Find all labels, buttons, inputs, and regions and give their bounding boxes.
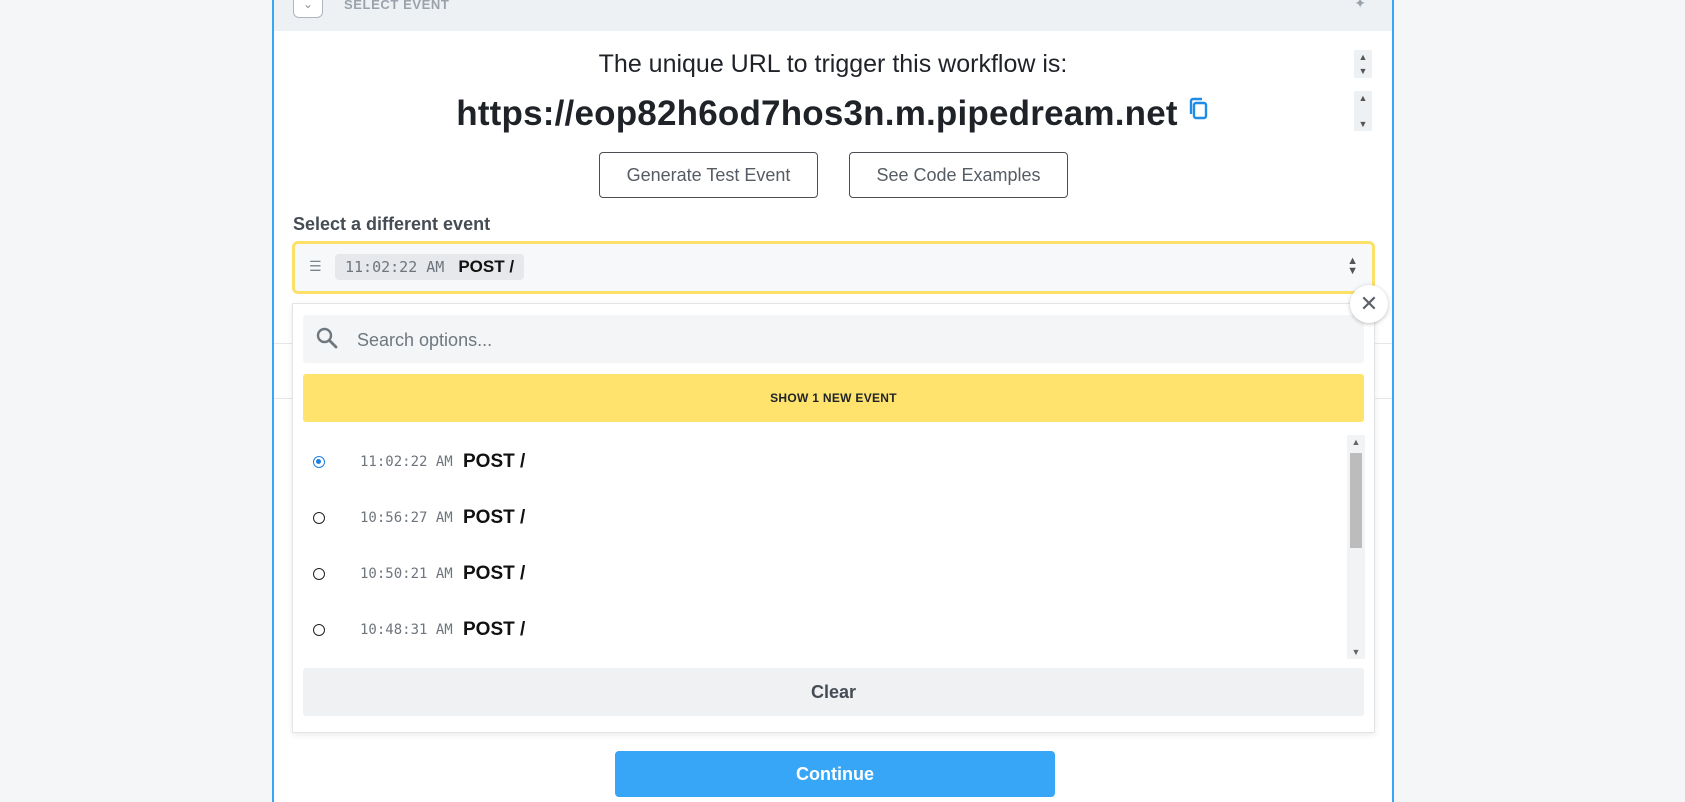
event-time: 10:50:21 AM [360,566,453,582]
url-caption: The unique URL to trigger this workflow … [598,50,1068,78]
radio[interactable] [313,512,325,524]
event-select[interactable]: ☰ 11:02:22 AM POST / ▲ ▼ [292,241,1375,294]
card-header: ⌄ SELECT EVENT ✦ [274,0,1392,31]
search-icon [315,326,339,355]
event-method: POST / [463,507,526,528]
trigger-url[interactable]: https://eop82h6od7hos3n.m.pipedream.net [456,94,1178,133]
selected-event-time: 11:02:22 AM [345,258,445,276]
trigger-url-row: https://eop82h6od7hos3n.m.pipedream.net [274,90,1392,134]
chevron-down-icon[interactable]: ⌄ [293,0,323,18]
event-option[interactable]: 10:50:21 AM POST / [303,546,1333,602]
event-option[interactable]: 11:02:22 AM POST / [303,434,1333,490]
event-options-list: 11:02:22 AM POST / 10:56:27 AM POST / 10… [293,434,1354,658]
selected-event-chip: 11:02:22 AM POST / [335,254,525,280]
close-icon[interactable]: ✕ [1350,285,1388,323]
select-event-card: ⌄ SELECT EVENT ✦ The unique URL to trigg… [272,0,1394,802]
options-scrollbar[interactable]: ▲ ▼ [1347,435,1365,659]
scroll-arrows-url[interactable]: ▲ ▼ [1354,91,1372,131]
event-option[interactable]: 10:56:27 AM POST / [303,490,1333,546]
event-method: POST / [463,619,526,640]
scroll-up-arrow[interactable]: ▲ [1347,437,1365,447]
event-dropdown: SHOW 1 NEW EVENT 11:02:22 AM POST / 10:5… [292,303,1375,733]
event-time: 10:48:31 AM [360,622,453,638]
event-time: 10:56:27 AM [360,510,453,526]
selected-event-method: POST / [458,257,515,276]
card-title: SELECT EVENT [344,0,450,12]
scrollbar-thumb[interactable] [1350,453,1362,548]
sort-arrows-icon: ▲ ▼ [1347,255,1358,277]
pin-off-icon[interactable]: ✦ [1354,0,1366,12]
generate-test-event-button[interactable]: Generate Test Event [599,152,818,198]
radio[interactable] [313,568,325,580]
event-time: 11:02:22 AM [360,454,453,470]
search-input[interactable] [355,315,1339,365]
copy-icon[interactable] [1188,90,1210,130]
event-method: POST / [463,451,526,472]
select-event-label: Select a different event [293,214,491,234]
radio-selected[interactable] [313,456,325,468]
list-icon: ☰ [309,258,322,274]
event-option[interactable]: 10:48:31 AM POST / [303,602,1333,658]
show-new-event-button[interactable]: SHOW 1 NEW EVENT [303,374,1364,422]
event-method: POST / [463,563,526,584]
continue-button[interactable]: Continue [615,751,1055,797]
scroll-arrows-caption[interactable]: ▲ ▼ [1354,50,1372,78]
see-code-examples-button[interactable]: See Code Examples [849,152,1068,198]
clear-button[interactable]: Clear [303,668,1364,716]
search-box [303,315,1364,365]
scroll-down-arrow[interactable]: ▼ [1347,647,1365,657]
radio[interactable] [313,624,325,636]
